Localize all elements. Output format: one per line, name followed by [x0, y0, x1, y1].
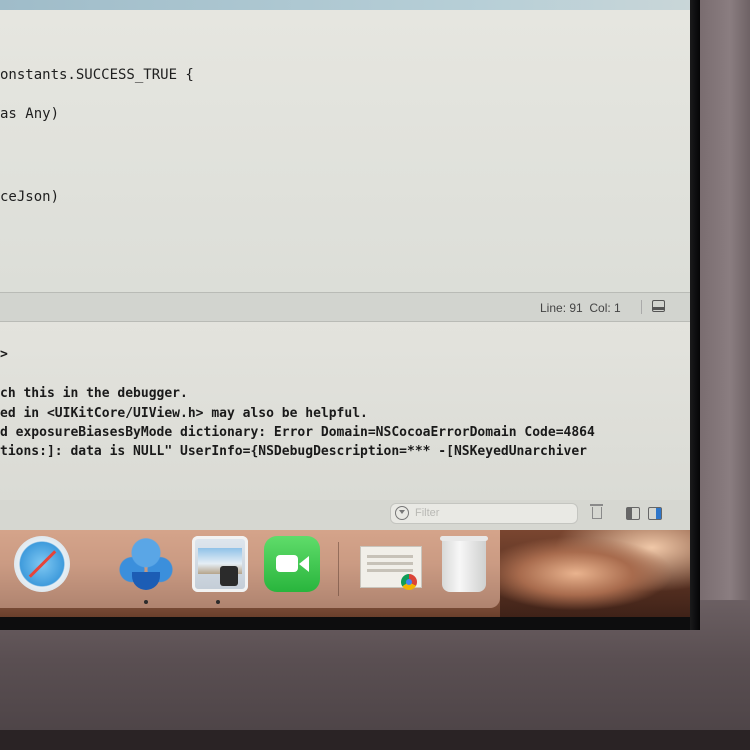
code-line[interactable]: as Any) — [0, 106, 59, 122]
filter-placeholder: Filter — [415, 507, 440, 519]
dock-separator — [338, 542, 339, 596]
trash-icon[interactable] — [440, 536, 488, 592]
bezel-edge — [690, 0, 700, 630]
toggle-debug-area-icon[interactable] — [652, 300, 665, 312]
dock-shelf — [0, 530, 500, 608]
facetime-icon[interactable] — [264, 536, 320, 592]
divider — [641, 300, 642, 314]
screen: onstants.SUCCESS_TRUE { as Any) ceJson) … — [0, 0, 690, 617]
code-line[interactable]: onstants.SUCCESS_TRUE { — [0, 67, 194, 83]
cursor-position: Line: 91 Col: 1 — [540, 301, 621, 315]
console-line: ed in <UIKitCore/UIView.h> may also be h… — [0, 406, 368, 421]
console-filter-input[interactable]: Filter — [390, 503, 578, 524]
console-line: d exposureBiasesByMode dictionary: Error… — [0, 425, 595, 440]
running-indicator — [144, 600, 148, 604]
clear-console-icon[interactable] — [590, 504, 603, 519]
xcode-icon[interactable] — [118, 536, 174, 592]
filter-icon — [395, 506, 409, 520]
show-console-view-icon[interactable] — [648, 507, 662, 520]
dock — [0, 530, 690, 617]
console-line: tions:]: data is NULL" UserInfo={NSDebug… — [0, 444, 587, 459]
running-indicator — [216, 600, 220, 604]
code-line[interactable]: ceJson) — [0, 189, 59, 205]
debug-console[interactable]: > ch this in the debugger. ed in <UIKitC… — [0, 322, 690, 500]
console-footer: Filter — [0, 500, 690, 530]
console-line: > — [0, 347, 8, 362]
window-title-strip — [0, 0, 690, 10]
editor-status-bar: Line: 91 Col: 1 — [0, 292, 690, 322]
console-line: ch this in the debugger. — [0, 386, 188, 401]
preview-icon[interactable] — [192, 536, 248, 592]
chrome-badge-icon — [401, 574, 417, 590]
laptop-hinge — [0, 730, 750, 750]
desktop-wallpaper — [500, 530, 690, 617]
safari-icon[interactable] — [14, 536, 70, 592]
show-variables-view-icon[interactable] — [626, 507, 640, 520]
code-editor[interactable]: onstants.SUCCESS_TRUE { as Any) ceJson) — [0, 10, 690, 292]
